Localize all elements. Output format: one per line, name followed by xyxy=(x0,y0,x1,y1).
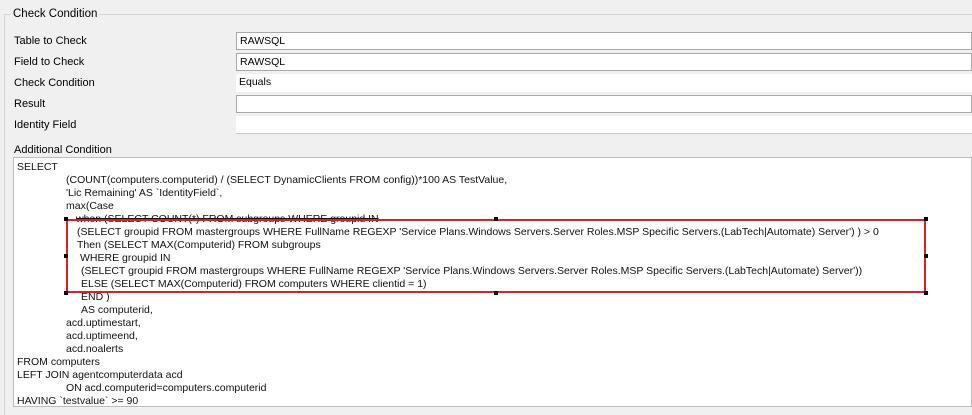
check-condition-select[interactable]: Equals xyxy=(236,74,972,92)
resize-handle[interactable] xyxy=(924,254,928,258)
resize-handle[interactable] xyxy=(64,254,68,258)
identity-field-label: Identity Field xyxy=(14,119,77,131)
sql-line: HAVING `testvalue` >= 90 xyxy=(17,395,139,407)
sql-line: SELECT xyxy=(17,161,58,173)
additional-condition-label: Additional Condition xyxy=(14,144,112,156)
identity-field-input[interactable] xyxy=(236,116,972,134)
resize-handle[interactable] xyxy=(924,217,928,221)
resize-handle[interactable] xyxy=(64,217,68,221)
sql-line: FROM computers xyxy=(17,356,100,368)
field-to-check-label: Field to Check xyxy=(14,56,85,68)
sql-line: acd.noalerts xyxy=(66,343,124,355)
resize-handle[interactable] xyxy=(924,291,928,295)
table-to-check-field[interactable]: RAWSQL xyxy=(236,32,972,50)
result-field[interactable] xyxy=(236,95,972,113)
sql-line: 'Lic Remaining' AS `IdentityField`, xyxy=(66,187,223,199)
field-to-check-field[interactable]: RAWSQL xyxy=(236,53,972,71)
sql-line: acd.uptimestart, xyxy=(66,317,141,329)
sql-line: (COUNT(computers.computerid) / (SELECT D… xyxy=(66,174,508,186)
group-title: Check Condition xyxy=(11,8,100,20)
check-condition-label: Check Condition xyxy=(14,77,95,89)
resize-handle[interactable] xyxy=(64,291,68,295)
selection-highlight-box xyxy=(66,219,926,293)
result-label: Result xyxy=(14,98,46,110)
table-to-check-label: Table to Check xyxy=(14,35,87,47)
sql-line: max(Case xyxy=(66,200,114,212)
sql-line: acd.uptimeend, xyxy=(66,330,138,342)
resize-handle[interactable] xyxy=(494,291,498,295)
sql-line: LEFT JOIN agentcomputerdata acd xyxy=(17,369,183,381)
resize-handle[interactable] xyxy=(494,217,498,221)
sql-line: AS computerid, xyxy=(81,304,153,316)
sql-line: ON acd.computerid=computers.computerid xyxy=(66,382,267,394)
